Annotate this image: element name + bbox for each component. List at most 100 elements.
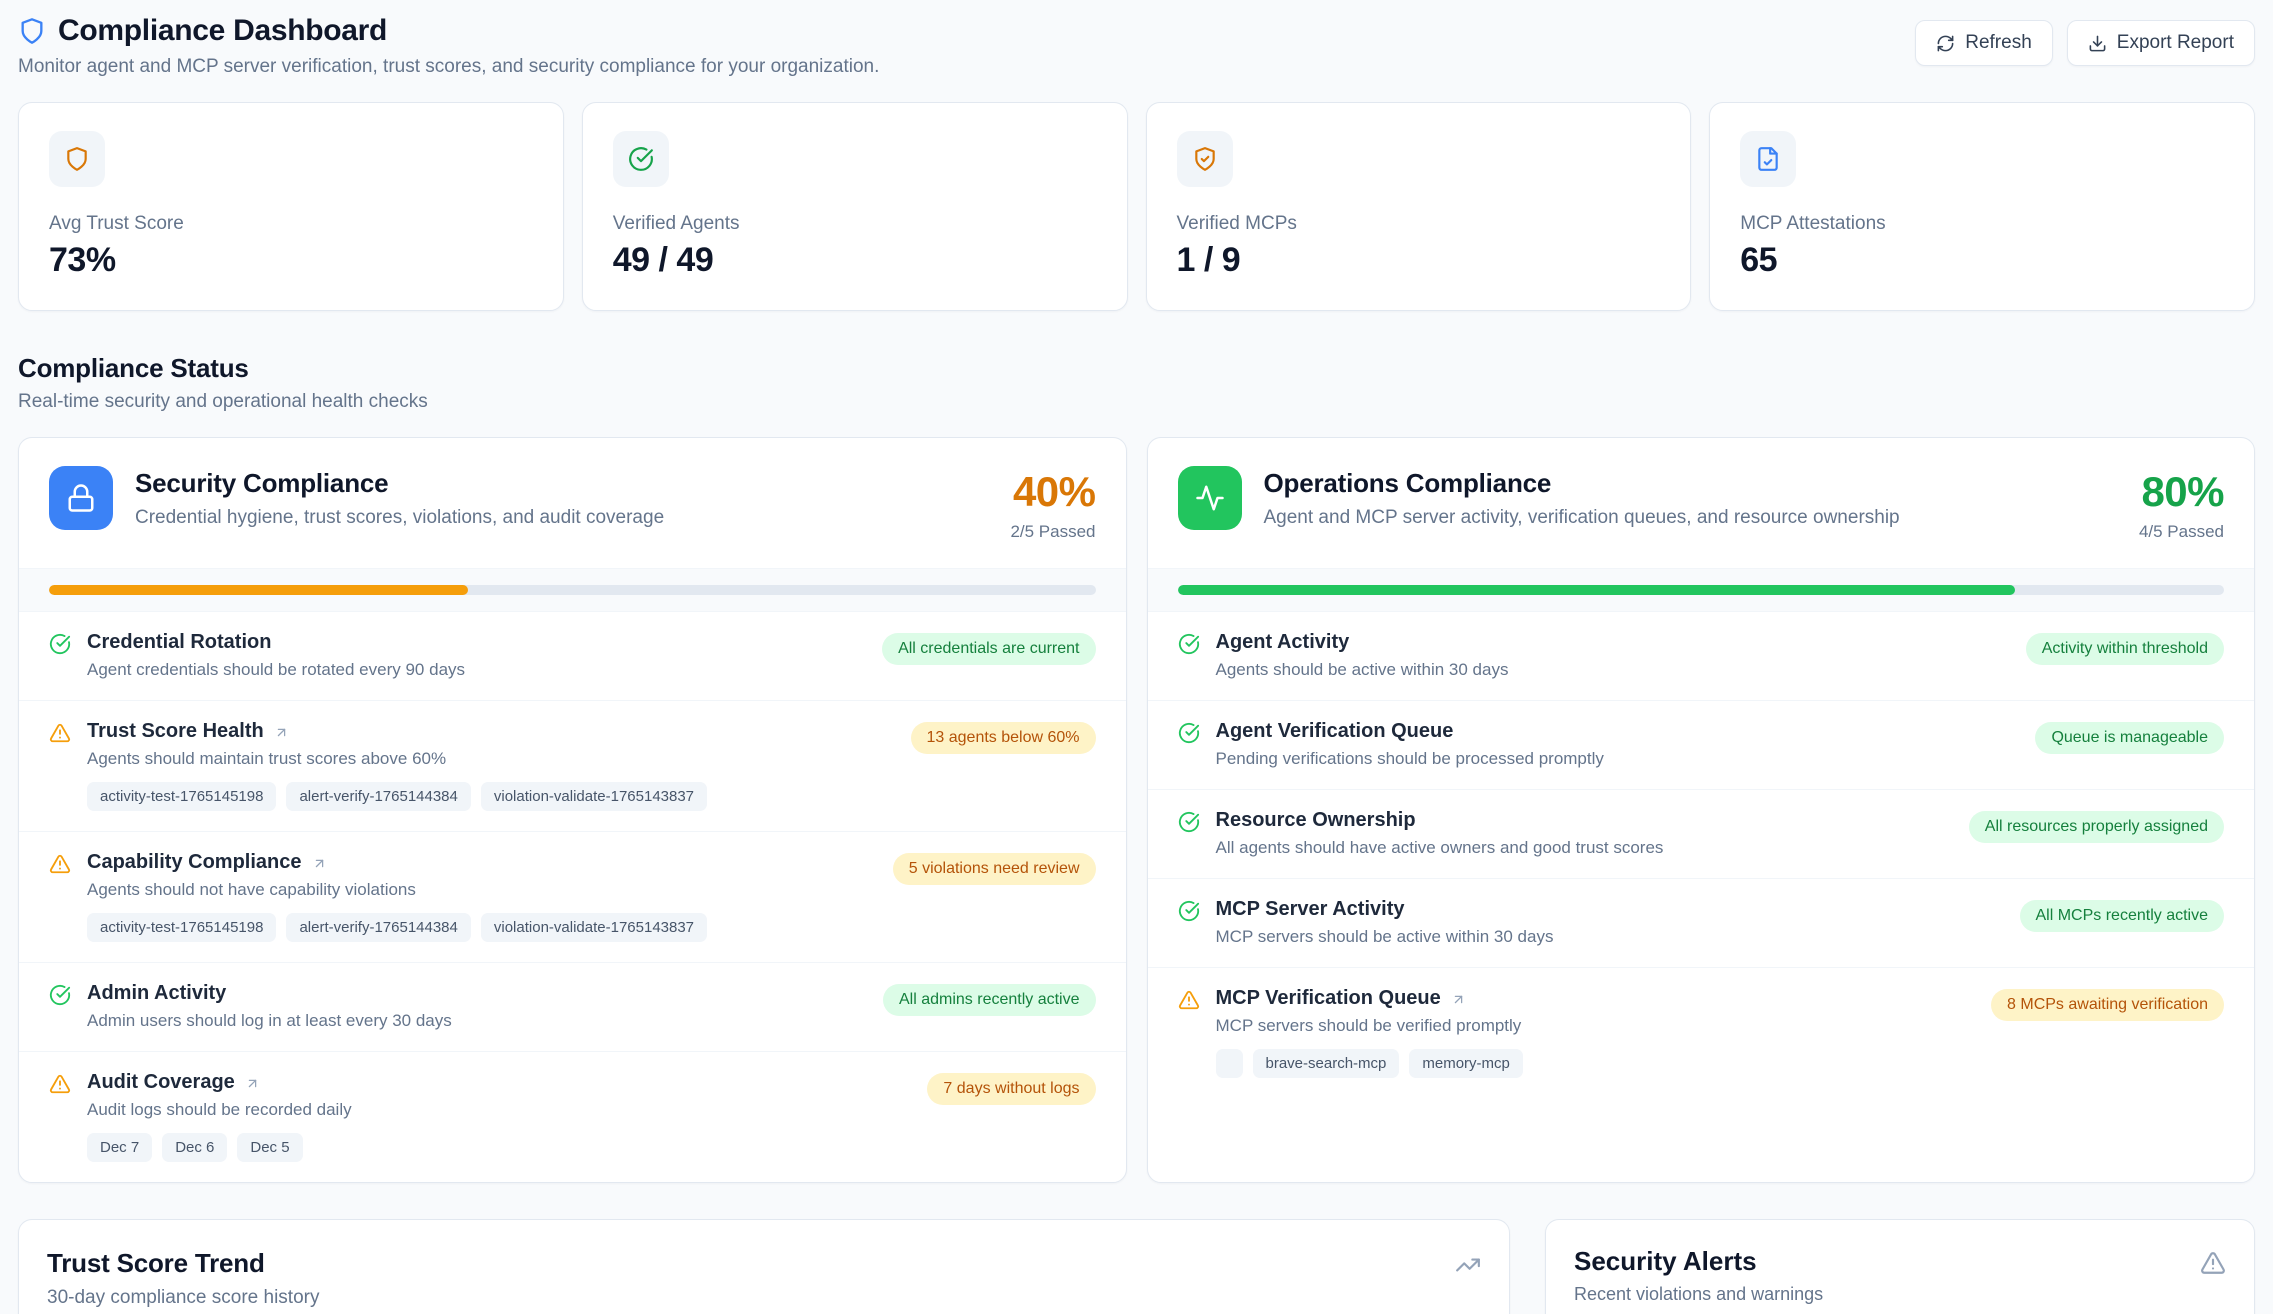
stat-label: Verified Agents: [613, 213, 1097, 235]
shield-icon: [18, 17, 46, 45]
activity-icon: [1178, 466, 1242, 530]
stat-value: 1 / 9: [1177, 241, 1661, 280]
tag-chip: activity-test-1765145198: [87, 913, 276, 942]
trend-subtitle: 30-day compliance score history: [47, 1287, 319, 1309]
tag-chip: Dec 6: [162, 1133, 227, 1162]
tag-chip: violation-validate-1765143837: [481, 913, 707, 942]
panel-title: Operations Compliance: [1264, 468, 2117, 499]
compliance-check-row: Trust Score Health Agents should maintai…: [19, 700, 1126, 831]
stat-cards: Avg Trust Score 73% Verified Agents 49 /…: [18, 102, 2255, 311]
check-description: Agents should be active within 30 days: [1216, 660, 2010, 680]
check-title: MCP Verification Queue: [1216, 987, 1441, 1010]
page-subtitle: Monitor agent and MCP server verificatio…: [18, 56, 879, 78]
stat-card: Verified MCPs 1 / 9: [1146, 102, 1692, 311]
check-status-badge: All resources properly assigned: [1969, 811, 2224, 843]
tag-chip: Dec 7: [87, 1133, 152, 1162]
alert-triangle-icon: [49, 853, 71, 875]
check-title: Capability Compliance: [87, 851, 302, 874]
check-description: Audit logs should be recorded daily: [87, 1100, 911, 1120]
operations-compliance-panel: Operations Compliance Agent and MCP serv…: [1147, 437, 2256, 1183]
compliance-check-row: Admin Activity Admin users should log in…: [19, 962, 1126, 1051]
check-tags: Dec 7 Dec 6 Dec 5: [87, 1133, 911, 1162]
trending-up-icon: [1455, 1252, 1481, 1278]
tag-chip: Dec 5: [237, 1133, 302, 1162]
check-title: MCP Server Activity: [1216, 898, 1405, 921]
compliance-check-row: Agent Activity Agents should be active w…: [1148, 611, 2255, 700]
check-description: Agent credentials should be rotated ever…: [87, 660, 866, 680]
stat-card: Avg Trust Score 73%: [18, 102, 564, 311]
refresh-label: Refresh: [1965, 32, 2032, 54]
external-link-icon[interactable]: [312, 856, 327, 871]
check-status-badge: 8 MCPs awaiting verification: [1991, 989, 2224, 1021]
check-title: Audit Coverage: [87, 1071, 235, 1094]
panel-title: Security Compliance: [135, 468, 988, 499]
external-link-icon[interactable]: [274, 725, 289, 740]
stat-value: 65: [1740, 241, 2224, 280]
tag-chip: [1216, 1049, 1243, 1078]
check-status-badge: All admins recently active: [883, 984, 1096, 1016]
check-description: All agents should have active owners and…: [1216, 838, 1953, 858]
stat-label: Avg Trust Score: [49, 213, 533, 235]
lock-icon: [49, 466, 113, 530]
header-actions: Refresh Export Report: [1915, 20, 2255, 66]
tag-chip: brave-search-mcp: [1253, 1049, 1400, 1078]
compliance-check-row: MCP Server Activity MCP servers should b…: [1148, 878, 2255, 967]
check-description: Agents should maintain trust scores abov…: [87, 749, 895, 769]
bottom-section: Trust Score Trend 30-day compliance scor…: [18, 1219, 2255, 1314]
check-circle-icon: [1178, 722, 1200, 744]
tag-chip: alert-verify-1765144384: [286, 782, 470, 811]
panel-percent: 80%: [2139, 468, 2224, 516]
tag-chip: memory-mcp: [1409, 1049, 1523, 1078]
external-link-icon[interactable]: [245, 1076, 260, 1091]
check-title: Credential Rotation: [87, 631, 271, 654]
compliance-status-subtitle: Real-time security and operational healt…: [18, 391, 2255, 413]
compliance-check-row: Agent Verification Queue Pending verific…: [1148, 700, 2255, 789]
panel-passed: 4/5 Passed: [2139, 522, 2224, 542]
page-header: Compliance Dashboard Monitor agent and M…: [18, 14, 2255, 78]
tag-chip: violation-validate-1765143837: [481, 782, 707, 811]
check-status-badge: Activity within threshold: [2026, 633, 2224, 665]
alert-triangle-icon: [2200, 1250, 2226, 1276]
check-description: MCP servers should be verified promptly: [1216, 1016, 1976, 1036]
check-circle-icon: [1178, 900, 1200, 922]
security-alerts-panel: Security Alerts Recent violations and wa…: [1545, 1219, 2255, 1314]
file-check-icon: [1755, 146, 1781, 172]
header-titles: Compliance Dashboard Monitor agent and M…: [18, 14, 879, 78]
security-checks-list: Credential Rotation Agent credentials sh…: [19, 611, 1126, 1182]
refresh-icon: [1936, 34, 1955, 53]
compliance-status-section: Compliance Status Real-time security and…: [18, 353, 2255, 1183]
check-title: Agent Verification Queue: [1216, 720, 1454, 743]
check-circle-icon: [49, 633, 71, 655]
alert-triangle-icon: [49, 1073, 71, 1095]
compliance-check-row: Capability Compliance Agents should not …: [19, 831, 1126, 962]
check-status-badge: Queue is manageable: [2035, 722, 2224, 754]
trend-title: Trust Score Trend: [47, 1248, 319, 1279]
check-status-badge: 5 violations need review: [893, 853, 1096, 885]
alerts-title: Security Alerts: [1574, 1246, 1823, 1277]
check-status-badge: 13 agents below 60%: [911, 722, 1096, 754]
stat-card: MCP Attestations 65: [1709, 102, 2255, 311]
check-circle-icon: [1178, 811, 1200, 833]
compliance-dashboard-page: Compliance Dashboard Monitor agent and M…: [0, 0, 2273, 1314]
panel-subtitle: Agent and MCP server activity, verificat…: [1264, 507, 2117, 529]
alert-triangle-icon: [1178, 989, 1200, 1011]
alerts-subtitle: Recent violations and warnings: [1574, 1284, 1823, 1305]
stat-value: 49 / 49: [613, 241, 1097, 280]
check-description: MCP servers should be active within 30 d…: [1216, 927, 2004, 947]
download-icon: [2088, 34, 2107, 53]
check-tags: brave-search-mcp memory-mcp: [1216, 1049, 1976, 1078]
check-description: Agents should not have capability violat…: [87, 880, 877, 900]
compliance-check-row: MCP Verification Queue MCP servers shoul…: [1148, 967, 2255, 1098]
stat-label: MCP Attestations: [1740, 213, 2224, 235]
trust-score-trend-card: Trust Score Trend 30-day compliance scor…: [18, 1219, 1510, 1314]
stat-value: 73%: [49, 241, 533, 280]
check-title: Admin Activity: [87, 982, 226, 1005]
refresh-button[interactable]: Refresh: [1915, 20, 2053, 66]
left-column: Trust Score Trend 30-day compliance scor…: [18, 1219, 1510, 1314]
check-status-badge: All credentials are current: [882, 633, 1095, 665]
export-report-button[interactable]: Export Report: [2067, 20, 2255, 66]
check-title: Resource Ownership: [1216, 809, 1416, 832]
external-link-icon[interactable]: [1451, 992, 1466, 1007]
check-description: Admin users should log in at least every…: [87, 1011, 867, 1031]
stat-label: Verified MCPs: [1177, 213, 1661, 235]
